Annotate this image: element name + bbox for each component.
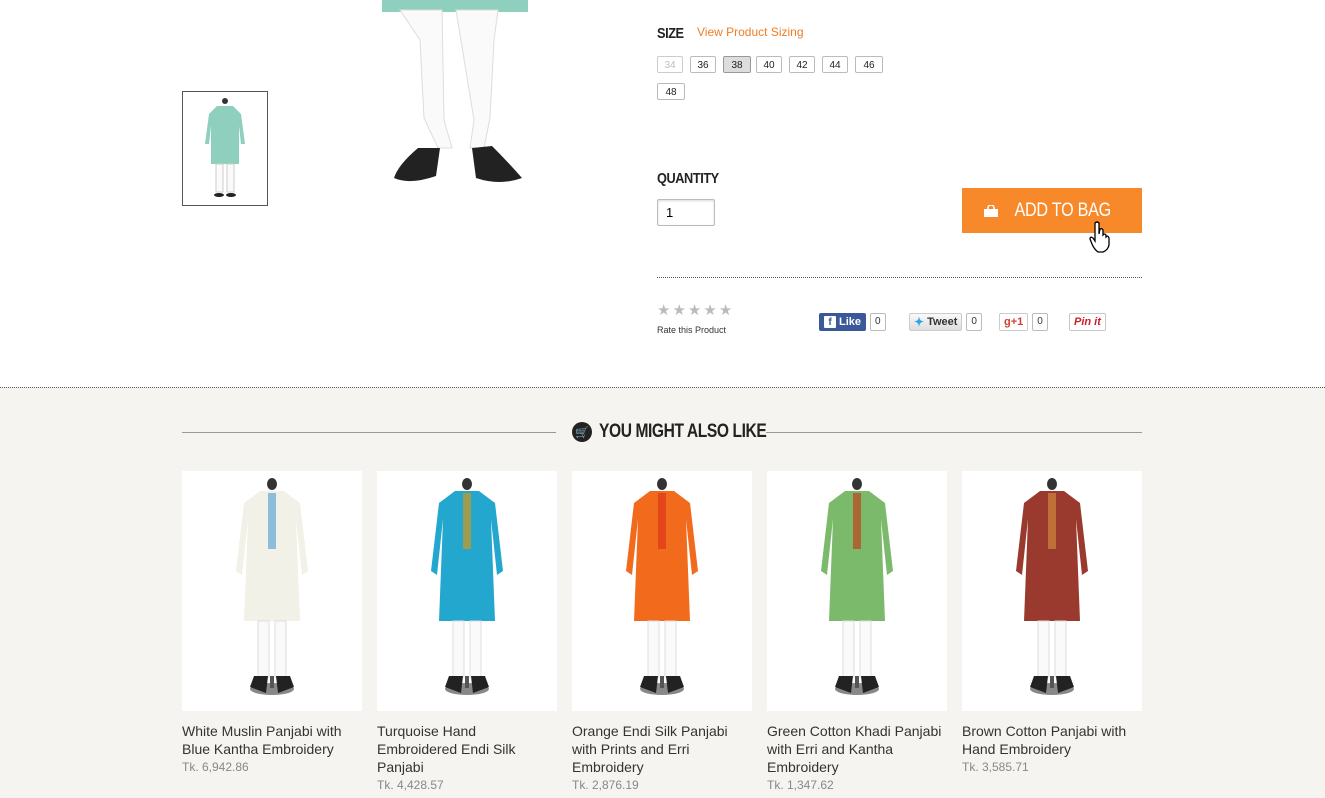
product-card[interactable]: Green Cotton Khadi Panjabi with Erri and… [767, 471, 947, 793]
google-plus-label: +1 [1010, 316, 1024, 328]
pin-it-button[interactable]: Pin it [1069, 313, 1106, 331]
add-to-bag-label: ADD TO BAG [1014, 199, 1112, 221]
shopping-cart-icon: 🛒 [572, 422, 592, 442]
shopping-bag-icon [984, 204, 999, 217]
star-icon[interactable]: ★ [688, 303, 701, 318]
pinterest-widget[interactable]: Pin it [1069, 312, 1106, 332]
size-option-40[interactable]: 40 [756, 56, 782, 73]
product-card[interactable]: White Muslin Panjabi with Blue Kantha Em… [182, 471, 362, 775]
related-title: YOU MIGHT ALSO LIKE [599, 421, 767, 442]
size-option-48[interactable]: 48 [657, 83, 685, 100]
product-image[interactable] [377, 471, 557, 711]
like-count: 0 [870, 313, 886, 331]
size-option-34[interactable]: 34 [657, 56, 683, 73]
product-price: Tk. 6,942.86 [182, 760, 249, 774]
product-image[interactable] [962, 471, 1142, 711]
tweet-button[interactable]: ✦ Tweet [909, 313, 963, 331]
facebook-like-button[interactable]: f Like [819, 313, 867, 331]
size-option-36[interactable]: 36 [690, 56, 716, 73]
product-name[interactable]: Turquoise Hand Embroidered Endi Silk Pan… [377, 722, 557, 776]
star-icon[interactable]: ★ [672, 303, 685, 318]
tweet-label: Tweet [927, 316, 958, 328]
facebook-icon: f [824, 316, 836, 328]
view-product-sizing-link[interactable]: View Product Sizing [697, 25, 804, 39]
hand-cursor-icon [1089, 221, 1110, 253]
main-product-image [382, 0, 528, 182]
google-plus-widget[interactable]: g +1 0 [999, 312, 1048, 332]
section-line-left [182, 432, 556, 433]
product-image[interactable] [767, 471, 947, 711]
divider [657, 277, 1142, 278]
size-option-44[interactable]: 44 [822, 56, 848, 73]
size-option-38[interactable]: 38 [723, 56, 751, 73]
product-card[interactable]: Orange Endi Silk Panjabi with Prints and… [572, 471, 752, 793]
product-name[interactable]: Brown Cotton Panjabi with Hand Embroider… [962, 722, 1142, 758]
like-label: Like [839, 316, 862, 328]
product-thumbnail[interactable] [182, 91, 268, 206]
google-plus-icon: g [1004, 316, 1011, 328]
section-line-right [766, 432, 1142, 433]
product-price: Tk. 3,585.71 [962, 760, 1029, 774]
product-name[interactable]: White Muslin Panjabi with Blue Kantha Em… [182, 722, 362, 758]
quantity-input[interactable] [657, 199, 715, 226]
google-plus-button[interactable]: g +1 [999, 313, 1029, 331]
product-image[interactable] [182, 471, 362, 711]
product-name[interactable]: Orange Endi Silk Panjabi with Prints and… [572, 722, 752, 776]
rating-stars[interactable]: ★ ★ ★ ★ ★ [657, 303, 732, 318]
twitter-bird-icon: ✦ [914, 315, 925, 329]
star-icon[interactable]: ★ [719, 303, 732, 318]
product-price: Tk. 2,876.19 [572, 778, 639, 792]
quantity-heading: QUANTITY [657, 170, 719, 187]
twitter-widget[interactable]: ✦ Tweet 0 [909, 312, 982, 332]
product-card[interactable]: Brown Cotton Panjabi with Hand Embroider… [962, 471, 1142, 775]
thumbnail-image [205, 98, 245, 197]
product-card[interactable]: Turquoise Hand Embroidered Endi Silk Pan… [377, 471, 557, 793]
product-name[interactable]: Green Cotton Khadi Panjabi with Erri and… [767, 722, 947, 776]
product-price: Tk. 4,428.57 [377, 778, 444, 792]
related-heading: 🛒 YOU MIGHT ALSO LIKE [572, 421, 803, 443]
google-plus-count: 0 [1032, 313, 1048, 331]
size-option-46[interactable]: 46 [855, 56, 883, 73]
size-heading: SIZE [657, 25, 684, 42]
add-to-bag-button[interactable]: ADD TO BAG [962, 188, 1142, 233]
product-price: Tk. 1,347.62 [767, 778, 834, 792]
star-icon[interactable]: ★ [657, 303, 670, 318]
star-icon[interactable]: ★ [703, 303, 716, 318]
rate-product-label: Rate this Product [657, 325, 727, 335]
facebook-like-widget[interactable]: f Like 0 [819, 312, 886, 332]
size-option-42[interactable]: 42 [789, 56, 815, 73]
tweet-count: 0 [966, 313, 982, 331]
product-image[interactable] [572, 471, 752, 711]
